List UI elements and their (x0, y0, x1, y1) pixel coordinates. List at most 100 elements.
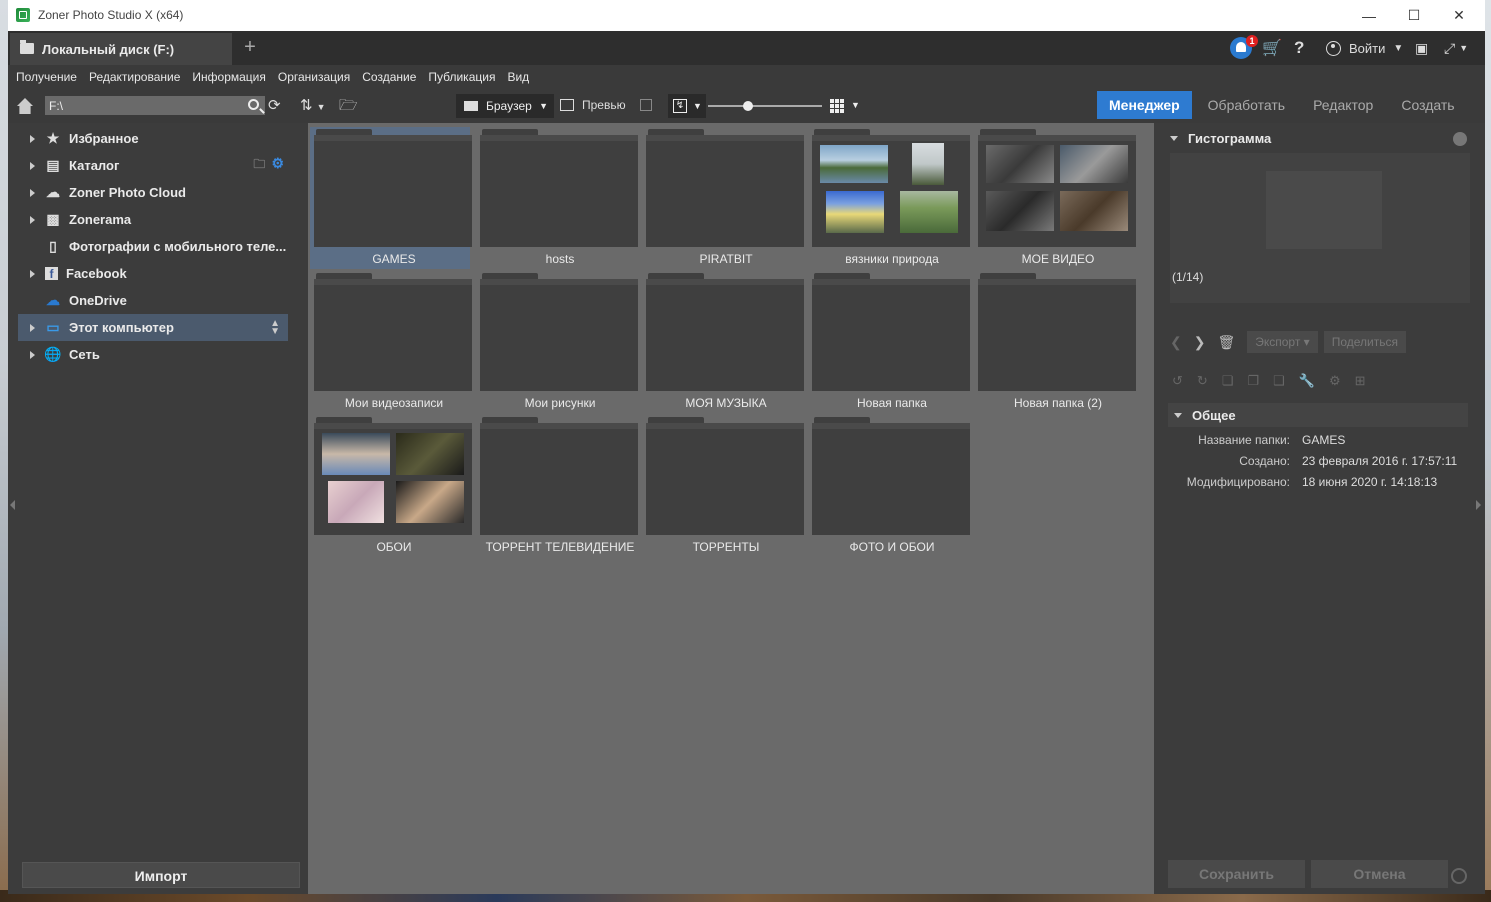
zoom-slider-knob[interactable] (743, 101, 753, 111)
path-input[interactable] (45, 96, 265, 115)
save-button[interactable]: Сохранить (1168, 860, 1305, 888)
filter-dropdown[interactable]: ↯ ▼ (668, 94, 706, 118)
folder-tile[interactable]: вязники природа (808, 127, 970, 269)
folder-tile[interactable]: hosts (476, 127, 638, 269)
nav-item-onedrive[interactable]: ☁ OneDrive (18, 287, 288, 314)
tab-manager[interactable]: Менеджер (1097, 91, 1192, 119)
zoom-slider-track[interactable] (708, 105, 822, 107)
next-arrow-icon[interactable]: ❯ (1194, 334, 1206, 351)
histogram-header[interactable]: Гистограмма (1170, 131, 1271, 146)
fullscreen-icon[interactable]: ⤢ ▼ (1444, 31, 1468, 65)
preview-button[interactable]: Превью (560, 98, 626, 112)
menu-item-view[interactable]: Вид (507, 70, 529, 84)
cart-icon[interactable]: 🛒 (1262, 31, 1282, 65)
rotate-left-icon[interactable]: ↺ (1172, 373, 1183, 389)
nav-item-mobile-photos[interactable]: ▯ Фотографии с мобильного теле... (18, 233, 288, 260)
menu-item-organize[interactable]: Организация (278, 70, 350, 84)
previous-arrow-icon[interactable]: ❮ (1170, 334, 1182, 351)
sort-icon[interactable]: ⇅ ▼ (300, 96, 326, 116)
home-folder-icon[interactable] (17, 98, 33, 114)
stamp-icon[interactable]: ⚙ (1329, 373, 1341, 389)
grid-view-icon[interactable] (830, 99, 845, 114)
nav-item-catalog[interactable]: ▤ Каталог 🗀 ⚙ (18, 152, 288, 179)
toolbar: ⟳ ⇅▼ 🗁 Браузер ▼ Превью ↯ ▼ ▼ Менеджер О… (8, 89, 1485, 123)
chevron-down-icon[interactable]: ▼ (851, 100, 860, 110)
tab-create[interactable]: Создать (1389, 91, 1466, 119)
import-button[interactable]: Импорт (22, 862, 300, 888)
collapse-left-panel-icon[interactable] (10, 500, 15, 510)
view-mode-dropdown[interactable]: Браузер ▼ (456, 94, 554, 118)
help-icon[interactable]: ? (1294, 31, 1304, 65)
thumbnail-image (1060, 145, 1128, 183)
folder-tile[interactable]: ТОРРЕНТЫ (642, 415, 804, 557)
info-panel: Гистограмма (1/14) ❮ ❯ 🗑 Экспорт ▾ Подел… (1160, 123, 1475, 894)
tab-develop[interactable]: Обработать (1196, 91, 1297, 119)
close-button[interactable]: ✕ (1436, 0, 1482, 31)
nav-item-favorites[interactable]: ★ Избранное (18, 125, 288, 152)
tab-editor[interactable]: Редактор (1301, 91, 1385, 119)
menu-item-import[interactable]: Получение (16, 70, 77, 84)
login-button[interactable]: Войти ▼ (1326, 31, 1403, 65)
external-view-icon[interactable] (640, 99, 652, 111)
rotate-right-icon[interactable]: ↻ (1197, 373, 1208, 389)
expand-arrow-icon[interactable] (30, 161, 35, 170)
export-button[interactable]: Экспорт ▾ (1247, 331, 1318, 353)
menu-item-publish[interactable]: Публикация (428, 70, 495, 84)
share-button[interactable]: Поделиться (1323, 331, 1406, 353)
minimize-button[interactable]: — (1346, 0, 1392, 31)
trash-icon[interactable]: 🗑 (1217, 334, 1235, 351)
gear-icon[interactable]: ⚙ (271, 155, 284, 176)
thumbnail-image (912, 143, 944, 185)
menu-item-info[interactable]: Информация (192, 70, 265, 84)
monitor-icon[interactable]: ▣ (1415, 31, 1428, 65)
search-icon[interactable] (248, 99, 259, 110)
reorder-icon[interactable]: ▲ ▼ (270, 318, 280, 336)
add-icon[interactable]: ⊞ (1355, 373, 1366, 389)
gear-icon[interactable] (1451, 868, 1467, 884)
folder-tile[interactable]: МОЯ МУЗЫКА (642, 271, 804, 413)
folder-tile[interactable]: ФОТО И ОБОИ (808, 415, 970, 557)
cancel-button[interactable]: Отмена (1311, 860, 1448, 888)
folder-tile[interactable]: ТОРРЕНТ ТЕЛЕВИДЕНИЕ (476, 415, 638, 557)
duplicate-icon[interactable]: ❐ (1247, 373, 1259, 389)
folder-icon (314, 417, 472, 535)
general-section-header[interactable]: Общее (1168, 403, 1468, 427)
expand-arrow-icon[interactable] (30, 134, 35, 143)
nav-item-zonerama[interactable]: ▩ Zonerama (18, 206, 288, 233)
expand-arrow-icon[interactable] (30, 323, 35, 332)
expand-arrow-icon[interactable] (30, 215, 35, 224)
folder-tile[interactable]: Новая папка (808, 271, 970, 413)
folder-name: GAMES (372, 252, 416, 266)
collapse-right-panel-icon[interactable] (1476, 500, 1481, 510)
folder-tile[interactable]: ОБОИ (310, 415, 472, 557)
nav-item-label: Избранное (69, 131, 139, 146)
add-tab-button[interactable]: + (240, 37, 260, 57)
action-toolbar: ❮ ❯ 🗑 Экспорт ▾ Поделиться (1170, 328, 1470, 356)
menu-item-edit[interactable]: Редактирование (89, 70, 180, 84)
wrench-icon[interactable]: 🔧 (1299, 373, 1315, 389)
nav-item-zoner-cloud[interactable]: ☁ Zoner Photo Cloud (18, 179, 288, 206)
nav-item-facebook[interactable]: f Facebook (18, 260, 288, 287)
folder-tile[interactable]: GAMES (310, 127, 472, 269)
expand-arrow-icon[interactable] (30, 188, 35, 197)
paste-icon[interactable]: ❑ (1273, 373, 1285, 389)
folder-tile[interactable]: Мои рисунки (476, 271, 638, 413)
expand-arrow-icon[interactable] (30, 350, 35, 359)
notifications-button[interactable]: 1 (1230, 31, 1258, 65)
add-folder-icon[interactable]: 🗀 (253, 155, 265, 176)
refresh-icon[interactable]: ⟳ (268, 96, 281, 116)
copy-icon[interactable]: ❏ (1222, 373, 1234, 389)
folder-tile[interactable]: Мои видеозаписи (310, 271, 472, 413)
maximize-button[interactable]: ☐ (1391, 0, 1437, 31)
folder-tile[interactable]: Новая папка (2) (974, 271, 1136, 413)
nav-item-network[interactable]: 🌐 Сеть (18, 341, 288, 368)
tab-local-disk[interactable]: Локальный диск (F:) (10, 33, 232, 65)
histogram-settings-icon[interactable] (1453, 132, 1467, 146)
expand-arrow-icon[interactable] (30, 269, 35, 278)
nav-item-this-computer[interactable]: ▭ Этот компьютер ▲ ▼ (18, 314, 288, 341)
new-folder-icon[interactable]: 🗁 (339, 96, 358, 116)
folder-tile[interactable]: PIRATBIT (642, 127, 804, 269)
menu-item-create[interactable]: Создание (362, 70, 416, 84)
folder-tile[interactable]: МОЕ ВИДЕО (974, 127, 1136, 269)
property-row: Модифицировано: 18 июня 2020 г. 14:18:13 (1170, 475, 1470, 493)
